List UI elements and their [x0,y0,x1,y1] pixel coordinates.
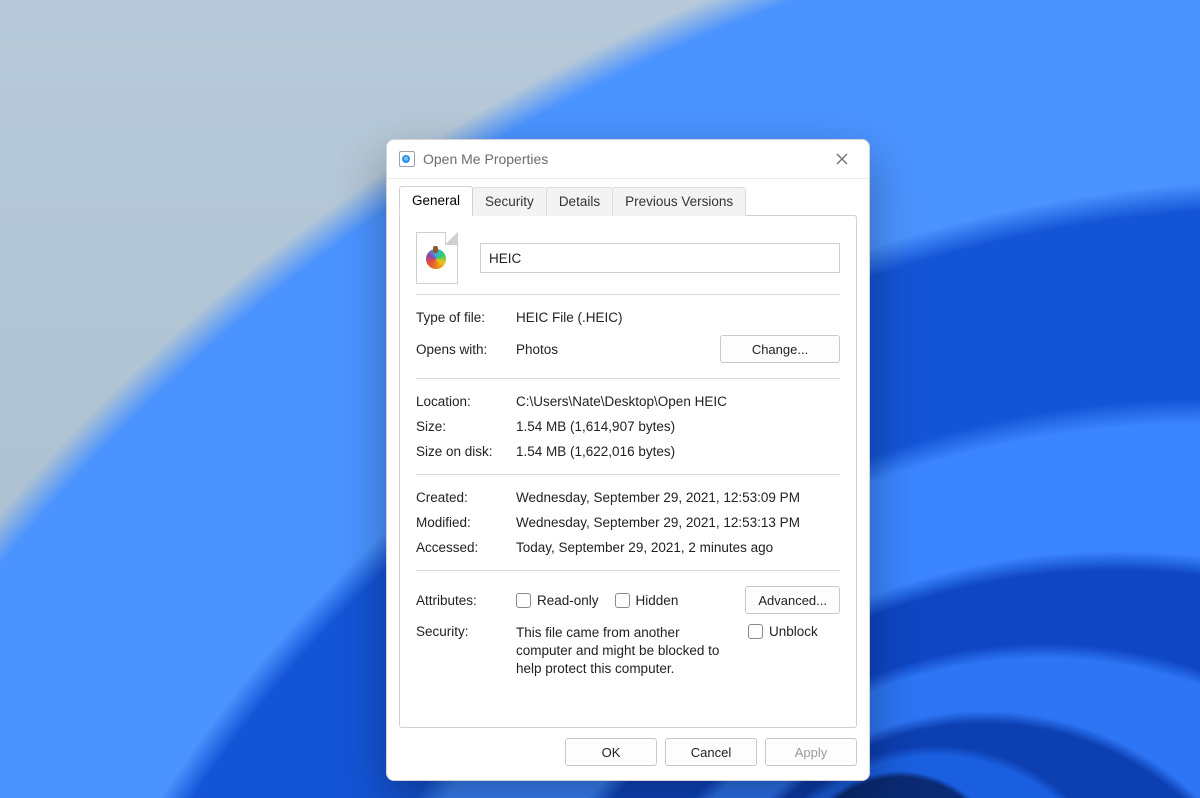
type-of-file-label: Type of file: [416,310,510,325]
general-panel: Type of file: HEIC File (.HEIC) Opens wi… [399,215,857,728]
size-on-disk-value: 1.54 MB (1,622,016 bytes) [516,444,840,459]
size-value: 1.54 MB (1,614,907 bytes) [516,419,840,434]
apply-button[interactable]: Apply [765,738,857,766]
opens-with-value: Photos [516,342,714,357]
hidden-checkbox[interactable]: Hidden [615,593,679,608]
read-only-label: Read-only [537,593,599,608]
file-name-input[interactable] [480,243,840,273]
properties-dialog: Open Me Properties General Security Deta… [386,139,870,781]
close-button[interactable] [825,145,859,173]
change-opens-with-button[interactable]: Change... [720,335,840,363]
ok-button[interactable]: OK [565,738,657,766]
separator [416,294,840,295]
tab-details[interactable]: Details [546,187,613,216]
unblock-checkbox[interactable]: Unblock [748,624,818,639]
separator [416,570,840,571]
accessed-value: Today, September 29, 2021, 2 minutes ago [516,540,840,555]
type-of-file-value: HEIC File (.HEIC) [516,310,840,325]
security-message: This file came from another computer and… [516,624,736,679]
window-title: Open Me Properties [423,151,548,167]
size-on-disk-label: Size on disk: [416,444,510,459]
tab-security[interactable]: Security [472,187,547,216]
accessed-label: Accessed: [416,540,510,555]
read-only-input[interactable] [516,593,531,608]
tab-previous-versions[interactable]: Previous Versions [612,187,746,216]
location-value: C:\Users\Nate\Desktop\Open HEIC [516,394,840,409]
security-label: Security: [416,624,510,639]
file-type-icon [416,232,458,284]
cancel-button[interactable]: Cancel [665,738,757,766]
opens-with-label: Opens with: [416,342,510,357]
created-value: Wednesday, September 29, 2021, 12:53:09 … [516,490,840,505]
advanced-button[interactable]: Advanced... [745,586,840,614]
hidden-input[interactable] [615,593,630,608]
size-label: Size: [416,419,510,434]
created-label: Created: [416,490,510,505]
unblock-input[interactable] [748,624,763,639]
window-icon [399,151,415,167]
read-only-checkbox[interactable]: Read-only [516,593,599,608]
dialog-button-bar: OK Cancel Apply [387,738,869,780]
attributes-label: Attributes: [416,593,510,608]
modified-label: Modified: [416,515,510,530]
separator [416,474,840,475]
hidden-label: Hidden [636,593,679,608]
location-label: Location: [416,394,510,409]
title-bar[interactable]: Open Me Properties [387,140,869,179]
tab-general[interactable]: General [399,186,473,216]
modified-value: Wednesday, September 29, 2021, 12:53:13 … [516,515,840,530]
close-icon [836,153,848,165]
paint-palette-icon [426,249,446,269]
separator [416,378,840,379]
unblock-label: Unblock [769,624,818,639]
tab-strip: General Security Details Previous Versio… [387,179,869,215]
